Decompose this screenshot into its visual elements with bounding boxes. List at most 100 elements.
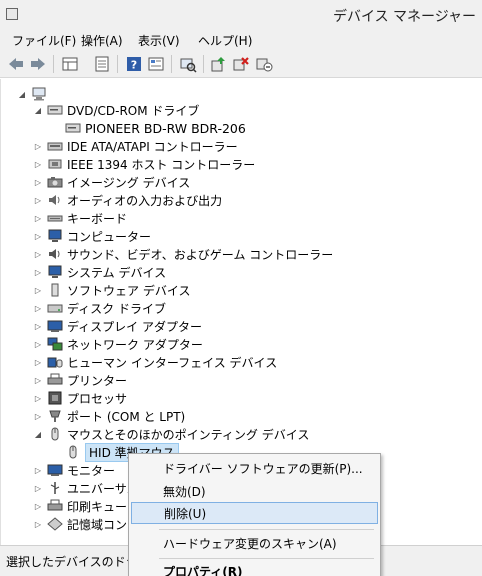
tree-item-print-queue[interactable]: ▷ 印刷キュー <box>33 497 127 515</box>
expand-arrow-icon[interactable]: ▷ <box>33 412 43 421</box>
expand-arrow-icon[interactable]: ▷ <box>33 214 43 223</box>
expand-arrow-icon[interactable]: ▷ <box>33 268 43 277</box>
expand-arrow-icon[interactable]: ▷ <box>33 502 43 511</box>
disable-icon[interactable] <box>254 54 274 74</box>
tree-label: 印刷キュー <box>67 499 128 514</box>
expand-arrow-icon[interactable]: ▷ <box>33 178 43 187</box>
tree-item-display[interactable]: ▷ ディスプレイ アダプター <box>33 317 202 335</box>
tree-item-imaging[interactable]: ▷ イメージング デバイス <box>33 173 190 191</box>
tree-item-network[interactable]: ▷ ネットワーク アダプター <box>33 335 203 353</box>
port-icon <box>47 409 63 423</box>
tree-item-system[interactable]: ▷ システム デバイス <box>33 263 166 281</box>
menu-view[interactable]: 表示(V) <box>138 32 180 49</box>
tree-item-software[interactable]: ▷ ソフトウェア デバイス <box>33 281 190 299</box>
expand-arrow-icon[interactable]: ▷ <box>33 142 43 151</box>
tree-item-hid[interactable]: ▷ ヒューマン インターフェイス デバイス <box>33 353 277 371</box>
expand-arrow-icon[interactable]: ▷ <box>33 196 43 205</box>
software-device-icon <box>47 283 63 297</box>
expand-arrow-icon[interactable]: ▷ <box>33 322 43 331</box>
system-device-icon <box>47 265 63 279</box>
mouse-icon <box>65 445 81 459</box>
menu-action[interactable]: 操作(A) <box>81 32 123 49</box>
menu-help[interactable]: ヘルプ(H) <box>198 32 252 49</box>
menu-file[interactable]: ファイル(F) <box>12 32 76 49</box>
update-driver-menu-item[interactable]: ドライバー ソフトウェアの更新(P)... <box>131 457 378 479</box>
forward-icon[interactable] <box>28 54 48 74</box>
usb-icon <box>47 481 63 495</box>
tree-item-dvd[interactable]: ◢ DVD/CD-ROM ドライブ <box>33 101 200 119</box>
expand-arrow-icon[interactable]: ▷ <box>33 340 43 349</box>
title-bar: デバイス マネージャー <box>0 0 482 30</box>
tree-label: モニター <box>67 463 116 478</box>
tree-item-keyboard[interactable]: ▷ キーボード <box>33 209 127 227</box>
collapse-arrow-icon[interactable]: ◢ <box>17 90 27 99</box>
expand-arrow-icon[interactable]: ▷ <box>33 358 43 367</box>
scan-hardware-icon[interactable] <box>178 54 198 74</box>
tree-label: IDE ATA/ATAPI コントローラー <box>67 139 238 154</box>
tree-item-disk[interactable]: ▷ ディスク ドライブ <box>33 299 166 317</box>
details-icon[interactable] <box>146 54 166 74</box>
uninstall-menu-item[interactable]: 削除(U) <box>131 502 378 524</box>
tree-label: オーディオの入力および出力 <box>67 193 223 208</box>
tree-label: サウンド、ビデオ、およびゲーム コントローラー <box>67 247 334 262</box>
monitor-icon <box>47 463 63 477</box>
tree-item-printer[interactable]: ▷ プリンター <box>33 371 127 389</box>
expand-arrow-icon[interactable]: ▷ <box>33 466 43 475</box>
properties-grid-icon[interactable] <box>60 54 80 74</box>
window-icon <box>6 8 18 20</box>
context-menu: ドライバー ソフトウェアの更新(P)... 無効(D) 削除(U) ハードウェア… <box>128 453 381 576</box>
menu-separator <box>159 558 374 559</box>
update-driver-icon[interactable] <box>208 54 228 74</box>
expand-arrow-icon[interactable]: ▷ <box>33 160 43 169</box>
ieee1394-icon <box>47 157 63 171</box>
tree-item-usb[interactable]: ▷ ユニバーサル <box>33 479 139 497</box>
camera-icon <box>47 175 63 189</box>
tree-item-monitor[interactable]: ▷ モニター <box>33 461 115 479</box>
printer-icon <box>47 373 63 387</box>
tree-item-storage[interactable]: ▷ 記憶域コント <box>33 515 139 533</box>
tree-item-processor[interactable]: ▷ プロセッサ <box>33 389 127 407</box>
tree-item-audio[interactable]: ▷ オーディオの入力および出力 <box>33 191 222 209</box>
tree-item-ports[interactable]: ▷ ポート (COM と LPT) <box>33 407 185 425</box>
back-icon[interactable] <box>6 54 26 74</box>
expand-arrow-icon[interactable]: ▷ <box>33 520 43 529</box>
tree-item-dvd-device[interactable]: PIONEER BD-RW BDR-206 <box>65 119 246 137</box>
expand-arrow-icon[interactable]: ▷ <box>33 250 43 259</box>
uninstall-icon[interactable] <box>231 54 251 74</box>
disable-menu-item[interactable]: 無効(D) <box>131 480 378 502</box>
dvd-drive-icon <box>65 121 81 135</box>
help-icon[interactable]: ? <box>124 54 144 74</box>
expand-arrow-icon[interactable]: ▷ <box>33 232 43 241</box>
expand-arrow-icon[interactable]: ▷ <box>33 484 43 493</box>
collapse-arrow-icon[interactable]: ◢ <box>33 430 43 439</box>
expand-arrow-icon[interactable]: ▷ <box>33 394 43 403</box>
properties-menu-item[interactable]: プロパティ(R) <box>131 560 378 576</box>
expand-arrow-icon[interactable]: ▷ <box>33 376 43 385</box>
tree-item-computer[interactable]: ▷ コンピューター <box>33 227 151 245</box>
tree-label: マウスとそのほかのポインティング デバイス <box>67 427 310 442</box>
collapse-arrow-icon[interactable]: ◢ <box>33 106 43 115</box>
menu-item-label: ハードウェア変更のスキャン(A) <box>163 536 337 551</box>
mouse-icon <box>47 427 63 441</box>
tree-label: プリンター <box>67 373 128 388</box>
tree-label: プロセッサ <box>67 391 128 406</box>
tree-label: IEEE 1394 ホスト コントローラー <box>67 157 256 172</box>
menu-bar: ファイル(F) 操作(A) 表示(V) ヘルプ(H) <box>0 30 482 50</box>
display-adapter-icon <box>47 319 63 333</box>
toolbar: ? <box>0 50 482 78</box>
tree-item-mouse[interactable]: ◢ マウスとそのほかのポインティング デバイス <box>33 425 309 443</box>
tree-label: ヒューマン インターフェイス デバイス <box>67 355 278 370</box>
dvd-drive-icon <box>47 103 63 117</box>
window-title: デバイス マネージャー <box>333 9 477 25</box>
printer-icon <box>47 499 63 513</box>
tree-item-ide[interactable]: ▷ IDE ATA/ATAPI コントローラー <box>33 137 238 155</box>
expand-arrow-icon[interactable]: ▷ <box>33 304 43 313</box>
ide-controller-icon <box>47 139 63 153</box>
expand-arrow-icon[interactable]: ▷ <box>33 286 43 295</box>
tree-item-ieee1394[interactable]: ▷ IEEE 1394 ホスト コントローラー <box>33 155 255 173</box>
tree-item-sound[interactable]: ▷ サウンド、ビデオ、およびゲーム コントローラー <box>33 245 333 263</box>
tree-label: システム デバイス <box>67 265 167 280</box>
menu-item-label: 無効(D) <box>163 484 206 499</box>
list-view-icon[interactable] <box>92 54 112 74</box>
scan-hardware-menu-item[interactable]: ハードウェア変更のスキャン(A) <box>131 532 378 554</box>
